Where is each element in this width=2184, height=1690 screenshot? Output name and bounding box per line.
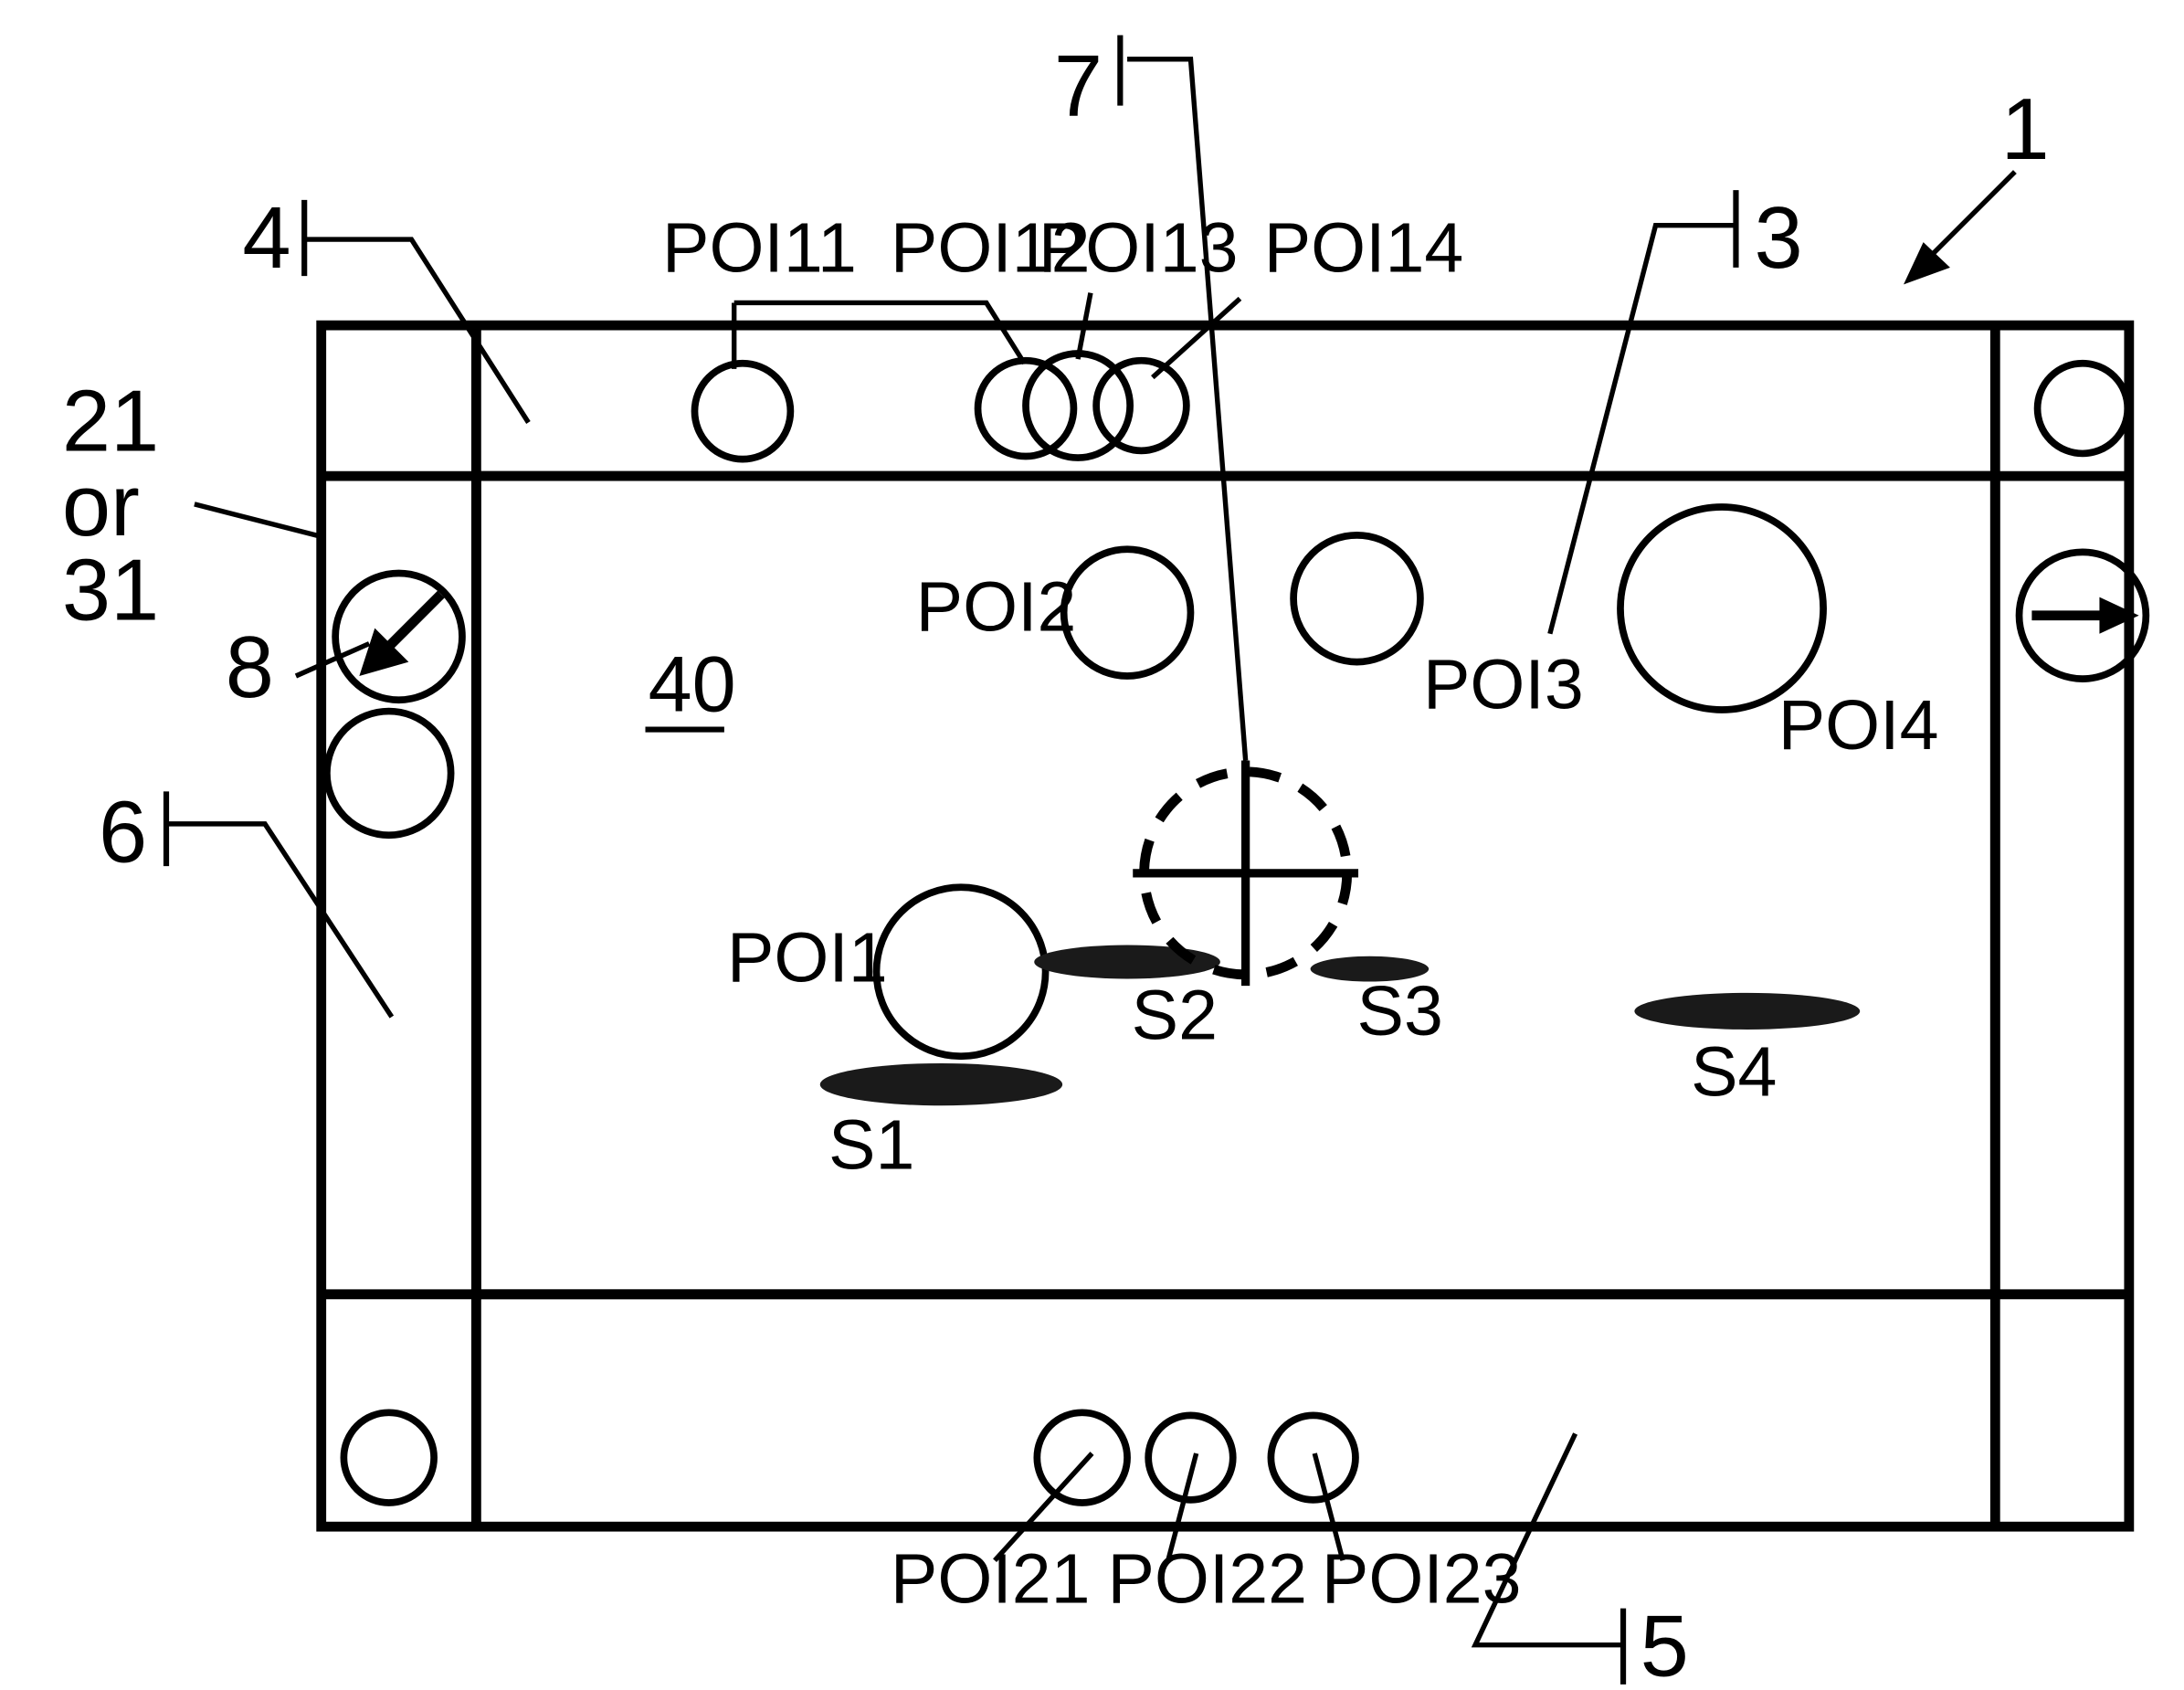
poi11-label: POI11 (662, 209, 857, 288)
poi14-marker[interactable] (1092, 356, 1190, 455)
s4-label: S4 (1691, 1032, 1777, 1111)
ref-numeral-5: 5 (1641, 1598, 1689, 1690)
top-band-poi-group (691, 350, 1190, 463)
poi11-marker[interactable] (691, 359, 795, 463)
inner-frame-rect (470, 470, 2000, 1300)
num4-leader-group (301, 199, 531, 424)
poi14-leader (1151, 296, 1242, 380)
poi21-marker[interactable] (1033, 1409, 1131, 1506)
ref-numeral-6: 6 (99, 784, 147, 882)
poi3-label: POI3 (1423, 645, 1584, 724)
num21or31-leader (194, 502, 322, 539)
num1-leader-group (1904, 170, 2017, 285)
num1-arrow-head (1904, 242, 1950, 285)
poi1-marker[interactable] (872, 883, 1050, 1061)
ref-numeral-4: 4 (242, 189, 290, 287)
ref-numeral-8: 8 (226, 618, 274, 716)
poi23-label: POI23 (1322, 1539, 1522, 1618)
right-hud-arrow-marker[interactable] (2015, 548, 2150, 682)
s3-label: S3 (1357, 972, 1443, 1051)
poi21-label: POI21 (891, 1539, 1091, 1618)
ref-numeral-21: 21 (62, 372, 159, 470)
ref-numeral-or: or (62, 457, 140, 555)
num3-leader-group (1547, 190, 1739, 635)
left-hud-arrow-marker[interactable] (332, 569, 466, 704)
s4-shadow (1634, 992, 1861, 1030)
num8-leader (294, 641, 371, 679)
figure-drawing: 4 7 1 3 21 or 31 8 6 5 40 POI11 POI12 PO… (62, 35, 2150, 1690)
num4-leader (304, 237, 531, 424)
ref-numeral-3: 3 (1755, 189, 1803, 287)
poi4-label: POI4 (1778, 686, 1939, 765)
patent-figure-canvas: 4 7 1 3 21 or 31 8 6 5 40 POI11 POI12 PO… (0, 0, 2184, 1690)
marker-bottom-left[interactable] (340, 1409, 438, 1506)
s1-shadow (819, 1062, 1063, 1106)
poi11-poi12-bracket (733, 300, 1027, 365)
poi22-marker[interactable] (1145, 1411, 1237, 1504)
ref-numeral-7: 7 (1054, 37, 1103, 134)
poi2-label: POI2 (916, 568, 1077, 647)
poi2-marker[interactable] (1060, 545, 1195, 680)
num6-leader (166, 821, 395, 1019)
ref-numeral-31: 31 (62, 541, 159, 639)
poi3-marker[interactable] (1290, 531, 1424, 666)
num3-leader (1547, 222, 1736, 635)
top-band-leaders (731, 292, 1242, 380)
s1-label: S1 (828, 1106, 914, 1185)
ref-numeral-1: 1 (2000, 80, 2049, 178)
s2-label: S2 (1132, 977, 1218, 1055)
s2-shadow (1034, 945, 1220, 979)
poi1-label: POI1 (727, 919, 888, 998)
poi13-label: POI13 (1039, 209, 1239, 288)
poi14-label: POI14 (1264, 209, 1464, 288)
marker-top-right[interactable] (2033, 359, 2132, 458)
display-area-label-group: 40 (645, 641, 736, 733)
marker-left-lower[interactable] (323, 707, 455, 840)
display-area-label: 40 (649, 641, 736, 729)
poi22-label: POI22 (1107, 1539, 1307, 1618)
poi4-marker[interactable] (1617, 503, 1827, 713)
